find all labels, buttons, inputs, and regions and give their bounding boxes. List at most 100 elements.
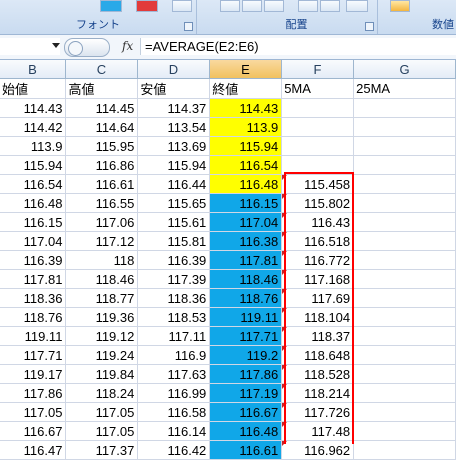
cell-e[interactable]: 117.81	[209, 250, 283, 270]
cell-c[interactable]: 119.84	[65, 364, 139, 384]
cell-f[interactable]: 117.69	[281, 288, 355, 308]
cell-c[interactable]: 117.06	[65, 212, 139, 232]
align-left-icon[interactable]	[220, 0, 240, 12]
cell-f[interactable]	[281, 136, 355, 156]
font-color-icon[interactable]	[136, 0, 158, 12]
header-cell-f[interactable]: 5MA	[281, 79, 355, 99]
cell-b[interactable]: 114.42	[0, 117, 67, 137]
column-header-c[interactable]: C	[66, 60, 138, 79]
cell-g[interactable]	[353, 345, 456, 365]
cell-g[interactable]	[353, 231, 456, 251]
currency-format-icon[interactable]	[390, 0, 410, 12]
chevron-down-icon[interactable]	[52, 43, 60, 48]
cell-d[interactable]: 116.99	[137, 383, 211, 403]
cell-d[interactable]: 113.54	[137, 117, 211, 137]
cell-g[interactable]	[353, 364, 456, 384]
cell-d[interactable]: 117.63	[137, 364, 211, 384]
cell-d[interactable]: 118.36	[137, 288, 211, 308]
cell-g[interactable]	[353, 193, 456, 213]
header-cell-e[interactable]: 終値	[209, 79, 283, 99]
cell-e[interactable]: 117.71	[209, 326, 283, 346]
cell-d[interactable]: 115.65	[137, 193, 211, 213]
merge-cells-icon[interactable]	[346, 0, 368, 12]
cell-d[interactable]: 116.42	[137, 440, 211, 460]
increase-indent-icon[interactable]	[320, 0, 340, 12]
cell-g[interactable]	[353, 117, 456, 137]
cell-f[interactable]: 115.458	[281, 174, 355, 194]
cell-e[interactable]: 116.48	[209, 174, 283, 194]
cell-c[interactable]: 117.37	[65, 440, 139, 460]
cell-e[interactable]: 118.76	[209, 288, 283, 308]
cell-b[interactable]: 116.39	[0, 250, 67, 270]
align-center-icon[interactable]	[242, 0, 262, 12]
cell-c[interactable]: 118	[65, 250, 139, 270]
decrease-indent-icon[interactable]	[298, 0, 318, 12]
cell-g[interactable]	[353, 155, 456, 175]
cell-b[interactable]: 116.48	[0, 193, 67, 213]
cell-g[interactable]	[353, 288, 456, 308]
cell-f[interactable]: 118.528	[281, 364, 355, 384]
cell-f[interactable]: 116.518	[281, 231, 355, 251]
cell-b[interactable]: 117.05	[0, 402, 67, 422]
cell-b[interactable]: 117.71	[0, 345, 67, 365]
cell-g[interactable]	[353, 307, 456, 327]
cell-b[interactable]: 113.9	[0, 136, 67, 156]
cell-b[interactable]: 117.81	[0, 269, 67, 289]
cell-c[interactable]: 118.46	[65, 269, 139, 289]
cell-g[interactable]	[353, 136, 456, 156]
cell-e[interactable]: 118.46	[209, 269, 283, 289]
cell-e[interactable]: 117.86	[209, 364, 283, 384]
cell-c[interactable]: 119.36	[65, 307, 139, 327]
cell-b[interactable]: 119.11	[0, 326, 67, 346]
cell-g[interactable]	[353, 250, 456, 270]
cell-g[interactable]	[353, 269, 456, 289]
column-header-b[interactable]: B	[0, 60, 66, 79]
header-cell-c[interactable]: 高値	[65, 79, 139, 99]
cell-c[interactable]: 115.95	[65, 136, 139, 156]
cell-g[interactable]	[353, 98, 456, 118]
cell-c[interactable]: 118.77	[65, 288, 139, 308]
header-cell-b[interactable]: 始値	[0, 79, 67, 99]
cell-d[interactable]: 116.39	[137, 250, 211, 270]
column-header-g[interactable]: G	[354, 60, 456, 79]
cell-d[interactable]: 115.94	[137, 155, 211, 175]
cell-b[interactable]: 118.36	[0, 288, 67, 308]
cell-c[interactable]: 117.05	[65, 421, 139, 441]
cell-e[interactable]: 116.67	[209, 402, 283, 422]
cell-b[interactable]: 116.67	[0, 421, 67, 441]
cell-b[interactable]: 114.43	[0, 98, 67, 118]
cell-e[interactable]: 117.04	[209, 212, 283, 232]
header-cell-d[interactable]: 安値	[137, 79, 211, 99]
cell-c[interactable]: 119.24	[65, 345, 139, 365]
cell-f[interactable]: 118.648	[281, 345, 355, 365]
cell-c[interactable]: 117.12	[65, 231, 139, 251]
cell-d[interactable]: 116.58	[137, 402, 211, 422]
cell-f[interactable]: 116.962	[281, 440, 355, 460]
cell-f[interactable]	[281, 98, 355, 118]
cell-f[interactable]: 118.104	[281, 307, 355, 327]
cell-e[interactable]: 114.43	[209, 98, 283, 118]
cell-e[interactable]: 113.9	[209, 117, 283, 137]
alignment-dialog-launcher-icon[interactable]	[365, 22, 374, 31]
cell-g[interactable]	[353, 212, 456, 232]
cell-f[interactable]: 117.48	[281, 421, 355, 441]
cell-f[interactable]: 116.772	[281, 250, 355, 270]
cell-c[interactable]: 119.12	[65, 326, 139, 346]
name-box[interactable]	[0, 38, 60, 55]
cell-e[interactable]: 115.94	[209, 136, 283, 156]
cell-d[interactable]: 115.81	[137, 231, 211, 251]
cell-b[interactable]: 119.17	[0, 364, 67, 384]
cell-c[interactable]: 118.24	[65, 383, 139, 403]
cell-d[interactable]: 117.11	[137, 326, 211, 346]
cell-f[interactable]: 116.43	[281, 212, 355, 232]
cell-f[interactable]: 117.726	[281, 402, 355, 422]
cell-b[interactable]: 118.76	[0, 307, 67, 327]
cell-e[interactable]: 116.61	[209, 440, 283, 460]
cell-f[interactable]	[281, 117, 355, 137]
cell-e[interactable]: 116.15	[209, 193, 283, 213]
formula-input[interactable]: =AVERAGE(E2:E6)	[140, 38, 456, 55]
cell-d[interactable]: 116.44	[137, 174, 211, 194]
cell-f[interactable]: 118.37	[281, 326, 355, 346]
cell-c[interactable]: 116.86	[65, 155, 139, 175]
cell-c[interactable]: 114.64	[65, 117, 139, 137]
